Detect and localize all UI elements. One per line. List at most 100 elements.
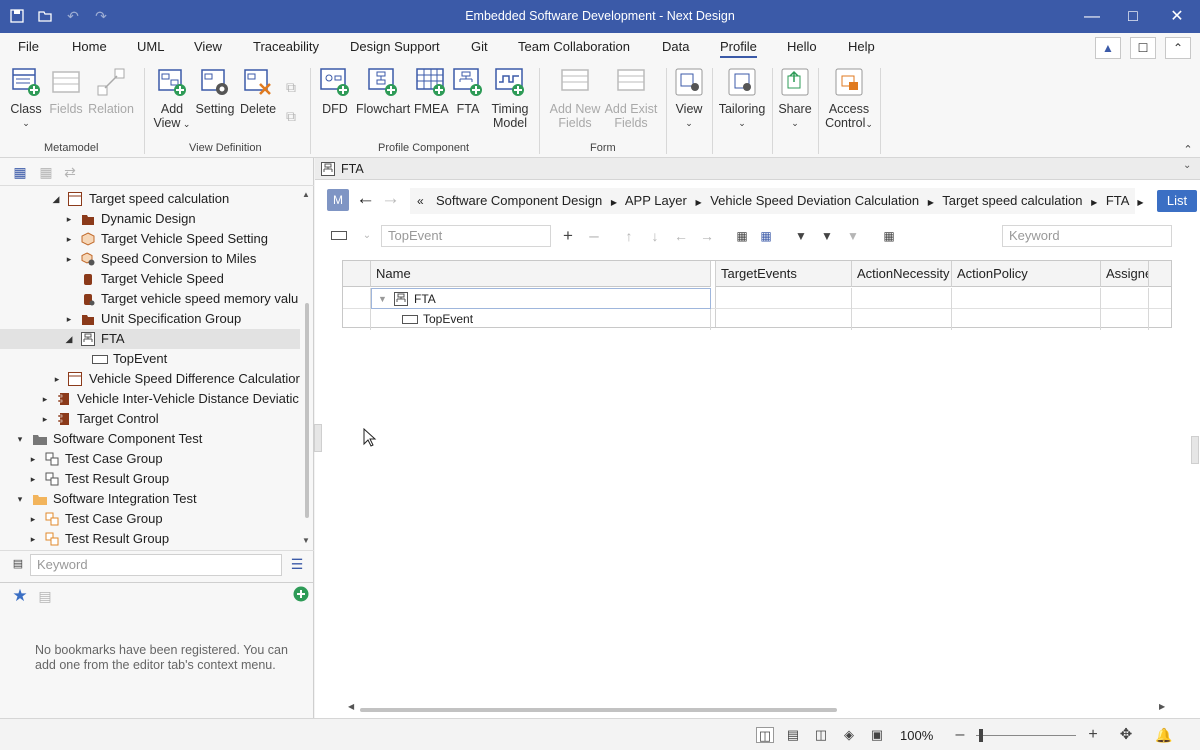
collapsed-arrow-icon[interactable]: ▸ — [28, 529, 38, 549]
tree-item[interactable]: Target Vehicle Speed — [0, 269, 300, 289]
tree-item[interactable]: ▸ Unit Specification Group — [0, 309, 300, 329]
collapse-ribbon-icon[interactable]: ⌃ — [1165, 37, 1191, 59]
model-tree-icon[interactable]: ▦ — [10, 162, 30, 182]
close-button[interactable]: ✕ — [1155, 0, 1199, 33]
add-row-icon[interactable]: + — [558, 226, 578, 246]
collapsed-arrow-icon[interactable]: ▸ — [64, 309, 74, 329]
menu-traceability[interactable]: Traceability — [253, 39, 319, 54]
tree-item[interactable]: ▸ Vehicle Inter-Vehicle Distance Deviati… — [0, 389, 300, 409]
collapse-ribbon-icon[interactable]: ⌃ — [1178, 140, 1198, 160]
copy-view-icon[interactable]: ⧉ — [281, 77, 301, 97]
back-arrow-icon[interactable]: ← — [356, 188, 375, 210]
list-button[interactable]: List — [1157, 190, 1197, 212]
zoom-slider[interactable] — [976, 729, 1076, 742]
zoom-slider-thumb[interactable] — [979, 729, 983, 742]
tree-item[interactable]: ▸ Test Result Group — [0, 469, 300, 489]
add-view-button[interactable]: Add View ⌄ — [153, 66, 191, 131]
remove-row-icon[interactable]: – — [584, 226, 604, 246]
fta-button[interactable]: FTA — [452, 66, 484, 116]
tree-item[interactable]: TopEvent — [0, 349, 300, 369]
collapsed-arrow-icon[interactable]: ▸ — [40, 389, 50, 409]
maximize-button[interactable]: □ — [1111, 0, 1155, 33]
chevron-down-icon[interactable]: ⌄ — [357, 226, 377, 246]
tree-item[interactable]: ▸ Test Case Group — [0, 509, 300, 529]
column-header-assignee[interactable]: Assigne — [1101, 261, 1149, 287]
scroll-down-icon[interactable]: ▼ — [302, 536, 310, 545]
column-header-action-policy[interactable]: ActionPolicy — [952, 261, 1101, 287]
menu-git[interactable]: Git — [471, 39, 488, 54]
breadcrumb-item[interactable]: APP Layer — [625, 193, 687, 208]
edit-columns-icon[interactable]: ▦ — [756, 226, 776, 246]
search-mode-icon[interactable]: ▤ — [8, 554, 28, 574]
layout-vertical-icon[interactable]: ◫ — [812, 727, 830, 743]
comment-icon[interactable]: ☐ — [1130, 37, 1156, 59]
collapsed-arrow-icon[interactable]: ▸ — [64, 229, 74, 249]
tree-item[interactable]: ▸ Speed Conversion to Miles — [0, 249, 300, 269]
tree-item[interactable]: ▸ Dynamic Design — [0, 209, 300, 229]
bookmark-star-icon[interactable]: ★ — [10, 586, 30, 606]
menu-hello[interactable]: Hello — [787, 39, 817, 54]
product-line-icon[interactable]: ▦ — [36, 162, 56, 182]
breadcrumb-item[interactable]: Target speed calculation — [942, 193, 1082, 208]
filter-options-icon[interactable]: ☰ — [287, 554, 307, 574]
assignee-cell[interactable] — [1101, 309, 1149, 330]
filter-text-icon[interactable]: ▼ — [817, 226, 837, 246]
horizontal-scrollbar[interactable]: ◀ ▶ — [345, 702, 1165, 714]
class-button[interactable]: Class ⌄ — [8, 66, 44, 130]
menu-profile[interactable]: Profile — [720, 39, 757, 58]
element-type-icon[interactable] — [329, 226, 349, 246]
breadcrumb-item[interactable]: Software Component Design — [436, 193, 602, 208]
sync-icon[interactable]: ⇄ — [60, 162, 80, 182]
layout-horizontal-icon[interactable]: ▤ — [784, 727, 802, 743]
move-up-icon[interactable]: ↑ — [619, 226, 639, 246]
column-header-action-necessity[interactable]: ActionNecessity — [852, 261, 952, 287]
view-button[interactable]: View ⌄ — [672, 66, 706, 130]
add-new-fields-button[interactable]: Add New Fields — [548, 66, 602, 130]
column-header-target-events[interactable]: TargetEvents — [716, 261, 852, 287]
target-events-cell[interactable] — [716, 288, 852, 309]
move-down-icon[interactable]: ↓ — [645, 226, 665, 246]
model-badge[interactable]: M — [327, 189, 349, 211]
collapsed-arrow-icon[interactable]: ▸ — [28, 469, 38, 489]
tree-item[interactable]: ▾ Software Integration Test — [0, 489, 300, 509]
menu-uml[interactable]: UML — [137, 39, 164, 54]
setting-button[interactable]: Setting — [194, 66, 236, 116]
access-control-button[interactable]: Access Control⌄ — [824, 66, 874, 131]
menu-team-collaboration[interactable]: Team Collaboration — [518, 39, 630, 54]
tree-item[interactable]: ◢ Target speed calculation — [0, 189, 300, 209]
breadcrumb-item[interactable]: FTA — [1106, 193, 1129, 208]
forward-arrow-icon[interactable]: → — [381, 188, 400, 210]
tree-item[interactable]: ▸ Test Result Group — [0, 529, 300, 549]
tree-scrollbar[interactable]: ▲ ▼ — [302, 188, 312, 550]
add-bookmark-icon[interactable] — [291, 586, 311, 606]
column-header-name[interactable]: Name — [371, 261, 711, 287]
move-right-icon[interactable]: → — [697, 226, 717, 246]
expanded-arrow-icon[interactable]: ▼ — [378, 289, 387, 310]
fit-page-icon[interactable]: ▣ — [868, 727, 886, 743]
target-events-cell[interactable] — [716, 309, 852, 330]
dfd-button[interactable]: DFD — [319, 66, 351, 116]
minimize-button[interactable]: — — [1070, 0, 1114, 33]
display-settings-icon[interactable]: ▦ — [879, 226, 899, 246]
expanded-arrow-icon[interactable]: ◢ — [64, 329, 74, 349]
editor-tab-fta[interactable]: FTA — [341, 162, 364, 176]
fields-button[interactable]: Fields — [48, 66, 84, 116]
collapsed-arrow-icon[interactable]: ▸ — [64, 209, 74, 229]
menu-home[interactable]: Home — [72, 39, 107, 54]
menu-view[interactable]: View — [194, 39, 222, 54]
scrollbar-thumb[interactable] — [305, 303, 309, 518]
zoom-out-icon[interactable]: – — [951, 727, 969, 743]
tree-item[interactable]: ▸ Target Control — [0, 409, 300, 429]
menu-help[interactable]: Help — [848, 39, 875, 54]
table-row[interactable]: ▼ FTA — [343, 288, 1171, 309]
expanded-arrow-icon[interactable]: ▾ — [15, 429, 25, 449]
tree-search-input[interactable]: Keyword — [30, 554, 282, 576]
scroll-right-icon[interactable]: ▶ — [1159, 702, 1165, 711]
right-pane-collapse-handle[interactable] — [1191, 436, 1199, 464]
add-exist-fields-button[interactable]: Add Exist Fields — [604, 66, 658, 130]
paste-view-icon[interactable]: ⧉ — [281, 106, 301, 126]
timing-model-button[interactable]: Timing Model — [488, 66, 532, 130]
menu-data[interactable]: Data — [662, 39, 689, 54]
scrollbar-thumb[interactable] — [360, 708, 837, 712]
assignee-cell[interactable] — [1101, 288, 1149, 309]
